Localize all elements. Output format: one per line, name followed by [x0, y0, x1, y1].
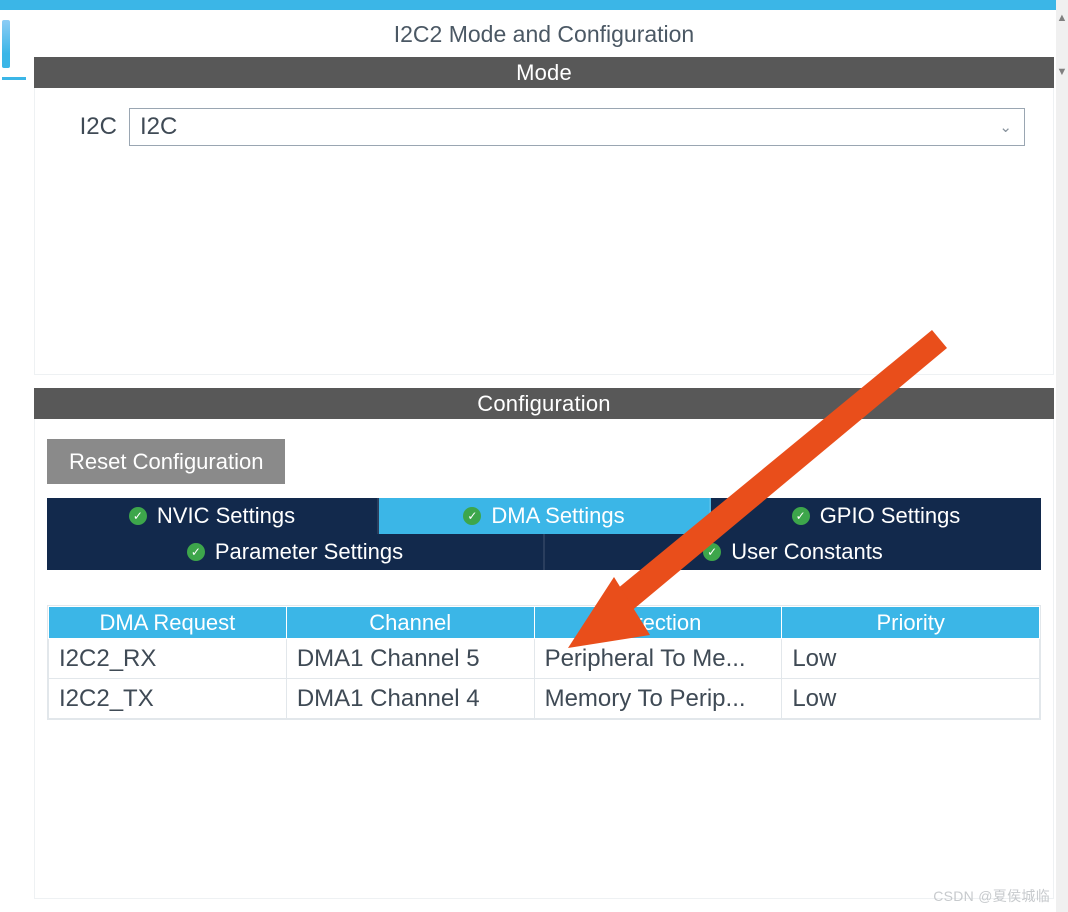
tab-nvic-settings[interactable]: ✓ NVIC Settings — [47, 498, 379, 534]
mode-dropdown-value: I2C — [140, 113, 177, 141]
tab-parameter-settings[interactable]: ✓ Parameter Settings — [47, 534, 545, 570]
scroll-down-icon[interactable]: ▼ — [1056, 66, 1068, 78]
config-tab-row-1: ✓ NVIC Settings ✓ DMA Settings ✓ GPIO Se… — [47, 498, 1041, 534]
tab-label: NVIC Settings — [157, 503, 295, 529]
watermark-text: CSDN @夏侯城临 — [933, 886, 1050, 906]
tab-label: DMA Settings — [491, 503, 624, 529]
tab-gpio-settings[interactable]: ✓ GPIO Settings — [711, 498, 1041, 534]
cell-priority: Low — [782, 679, 1040, 719]
page-title-text: I2C2 Mode and Configuration — [394, 21, 694, 48]
table-row[interactable]: I2C2_RX DMA1 Channel 5 Peripheral To Me.… — [49, 639, 1040, 679]
cell-dma-request: I2C2_TX — [49, 679, 287, 719]
mode-header-text: Mode — [516, 60, 572, 86]
col-header-channel[interactable]: Channel — [286, 607, 534, 639]
mode-row: I2C I2C ⌄ — [63, 108, 1025, 146]
check-ok-icon: ✓ — [703, 543, 721, 561]
app-top-accent — [0, 0, 1068, 10]
tab-user-constants[interactable]: ✓ User Constants — [545, 534, 1041, 570]
tab-dma-settings[interactable]: ✓ DMA Settings — [379, 498, 711, 534]
cell-priority: Low — [782, 639, 1040, 679]
config-section-header: Configuration — [34, 388, 1054, 419]
tab-label: GPIO Settings — [820, 503, 961, 529]
config-header-text: Configuration — [477, 391, 610, 417]
tab-label: Parameter Settings — [215, 539, 403, 565]
table-row[interactable]: I2C2_TX DMA1 Channel 4 Memory To Perip..… — [49, 679, 1040, 719]
cell-direction: Memory To Perip... — [534, 679, 782, 719]
check-ok-icon: ✓ — [792, 507, 810, 525]
left-tab-underline — [2, 77, 26, 80]
cell-direction: Peripheral To Me... — [534, 639, 782, 679]
cell-dma-request: I2C2_RX — [49, 639, 287, 679]
mode-section: I2C I2C ⌄ — [34, 88, 1054, 375]
check-ok-icon: ✓ — [129, 507, 147, 525]
mode-field-label: I2C — [63, 113, 117, 141]
config-tab-row-2: ✓ Parameter Settings ✓ User Constants — [47, 534, 1041, 570]
cell-channel: DMA1 Channel 4 — [286, 679, 534, 719]
config-section: Reset Configuration ✓ NVIC Settings ✓ DM… — [34, 419, 1054, 899]
reset-button-label: Reset Configuration — [69, 449, 263, 475]
check-ok-icon: ✓ — [463, 507, 481, 525]
col-header-direction[interactable]: Direction — [534, 607, 782, 639]
mode-section-header: Mode — [34, 57, 1054, 88]
scroll-up-icon[interactable]: ▲ — [1056, 12, 1068, 24]
config-tabs: ✓ NVIC Settings ✓ DMA Settings ✓ GPIO Se… — [47, 498, 1041, 570]
mode-dropdown[interactable]: I2C ⌄ — [129, 108, 1025, 146]
main-panel: I2C2 Mode and Configuration Mode I2C I2C… — [34, 12, 1054, 912]
cell-channel: DMA1 Channel 5 — [286, 639, 534, 679]
col-header-priority[interactable]: Priority — [782, 607, 1040, 639]
table-header-row: DMA Request Channel Direction Priority — [49, 607, 1040, 639]
col-header-dma-request[interactable]: DMA Request — [49, 607, 287, 639]
reset-configuration-button[interactable]: Reset Configuration — [47, 439, 285, 484]
right-edge-shim — [1056, 0, 1068, 912]
tab-label: User Constants — [731, 539, 883, 565]
dma-table: DMA Request Channel Direction Priority I… — [47, 605, 1041, 720]
check-ok-icon: ✓ — [187, 543, 205, 561]
left-collapsed-tab[interactable] — [2, 20, 10, 68]
page-title: I2C2 Mode and Configuration — [34, 12, 1054, 57]
chevron-down-icon: ⌄ — [999, 118, 1012, 136]
